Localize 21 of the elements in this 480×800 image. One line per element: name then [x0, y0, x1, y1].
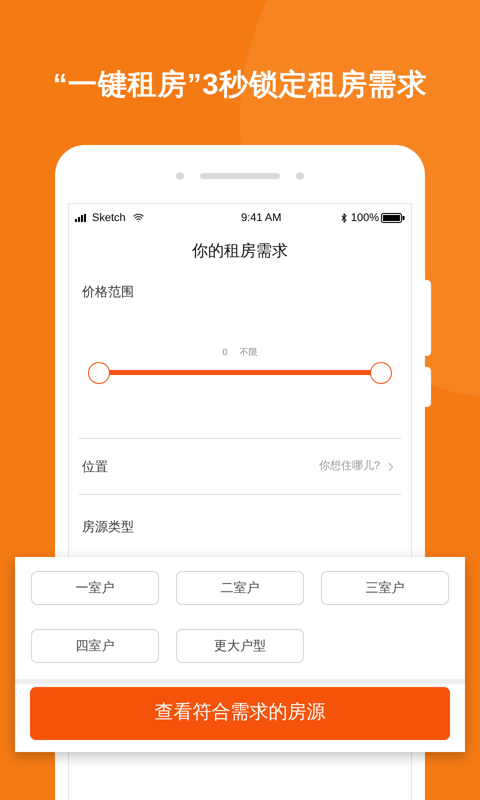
price-label: 价格范围 — [82, 283, 135, 301]
location-row[interactable]: 位置 你想住哪儿? — [79, 439, 401, 494]
screen-title: 你的租房需求 — [191, 242, 289, 262]
slider-handle[interactable] — [88, 362, 110, 384]
price-min-text: 0 — [222, 346, 228, 358]
battery-icon — [380, 212, 405, 223]
slider-handle[interactable] — [370, 362, 392, 384]
bluetooth-icon — [338, 212, 349, 223]
room-option[interactable]: 四室户 — [31, 629, 159, 663]
carrier-text: Sketch — [92, 210, 126, 226]
price-slider[interactable] — [88, 362, 392, 384]
signal-icon — [75, 214, 89, 222]
clock-text: 9:41 AM — [241, 210, 282, 226]
room-option[interactable]: 一室户 — [31, 571, 159, 605]
room-option[interactable]: 二室户 — [176, 571, 304, 605]
room-type-label: 房源类型 — [82, 518, 135, 536]
headline: “一键租房”3秒锁定租房需求 — [52, 68, 428, 103]
room-option[interactable]: 更大户型 — [176, 629, 304, 663]
price-max-text: 不限 — [240, 346, 258, 358]
room-option[interactable]: 三室户 — [321, 571, 449, 605]
battery-text: 100% — [350, 210, 379, 226]
